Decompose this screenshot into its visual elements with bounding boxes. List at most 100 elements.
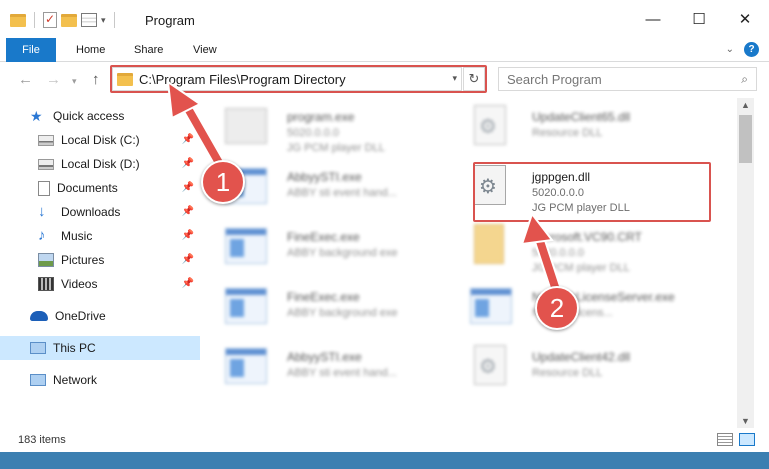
file-item[interactable]: FineExec.exe ABBY background exe: [217, 280, 447, 338]
sidebar-item-label: Quick access: [53, 109, 125, 123]
sidebar-item-label: Network: [53, 373, 98, 387]
close-button[interactable]: ✕: [722, 0, 768, 38]
sidebar-item-local-disk-d[interactable]: Local Disk (D:) 📌: [0, 152, 200, 176]
file-item[interactable]: FineExec.exe ABBY background exe: [217, 220, 447, 278]
file-item[interactable]: Microsoft.VC90.CRT 5020.0.0.0 JG PCM pla…: [462, 220, 692, 278]
new-folder-icon[interactable]: [61, 13, 77, 27]
pin-icon[interactable]: 📌: [182, 206, 194, 217]
scrollbar-thumb[interactable]: [739, 115, 752, 163]
application-window-icon: [225, 348, 267, 384]
sidebar-item-network[interactable]: Network: [0, 368, 200, 392]
expand-ribbon-chevron-icon[interactable]: ⌄: [726, 44, 734, 55]
file-name: Microsoft.VC90.CRT: [532, 230, 642, 244]
file-name: AbbyySTI.exe: [287, 350, 362, 364]
minimize-icon: —: [645, 10, 661, 28]
search-icon[interactable]: ⌕: [741, 72, 748, 87]
ribbon: File Home Share View ⌄ ?: [0, 38, 769, 62]
details-view-icon[interactable]: [717, 433, 733, 446]
file-version: 5020.0.0.0: [287, 127, 339, 139]
item-count: 183 items: [18, 434, 66, 446]
application-window-icon: [225, 288, 267, 324]
scroll-down-arrow-icon[interactable]: ▼: [737, 416, 754, 426]
videos-icon: [38, 277, 54, 291]
sidebar-item-downloads[interactable]: ↓ Downloads 📌: [0, 200, 200, 224]
sidebar-item-label: Local Disk (C:): [61, 133, 140, 147]
search-input[interactable]: [507, 71, 707, 87]
file-name: AbbyySTI.exe: [287, 170, 362, 184]
sidebar-item-videos[interactable]: Videos 📌: [0, 272, 200, 296]
step-1-badge: 1: [201, 160, 245, 204]
recent-locations-chevron-icon[interactable]: ▾: [72, 76, 77, 87]
music-icon: ♪: [38, 227, 46, 244]
tab-file[interactable]: File: [6, 38, 56, 62]
sidebar-item-documents[interactable]: Documents 📌: [0, 176, 200, 200]
application-window-icon: [225, 228, 267, 264]
search-box[interactable]: ⌕: [498, 67, 757, 91]
status-bar: 183 items: [0, 428, 769, 452]
file-name: UpdateClient65.dll: [532, 110, 631, 124]
file-item[interactable]: UpdateClient42.dll Resource DLL: [462, 340, 692, 398]
pin-icon[interactable]: 📌: [182, 254, 194, 265]
dll-file-icon: [474, 345, 506, 385]
tiles-view-icon[interactable]: [739, 433, 755, 446]
sidebar-item-music[interactable]: ♪ Music 📌: [0, 224, 200, 248]
sidebar-item-local-disk-c[interactable]: Local Disk (C:) 📌: [0, 128, 200, 152]
up-arrow-icon[interactable]: ↑: [92, 71, 100, 88]
sidebar-item-label: This PC: [53, 341, 96, 355]
file-item[interactable]: AbbyySTI.exe ABBY sti event hand...: [217, 160, 447, 218]
window-title: Program: [145, 13, 195, 28]
scroll-up-arrow-icon[interactable]: ▲: [737, 100, 754, 110]
navigation-pane: ★ Quick access Local Disk (C:) 📌 Local D…: [0, 98, 200, 428]
file-name: program.exe: [287, 110, 355, 124]
file-version: 5020.0.0.0: [532, 247, 584, 259]
properties-icon[interactable]: [81, 13, 97, 27]
tab-share[interactable]: Share: [120, 38, 177, 62]
properties-check-icon[interactable]: ✓: [43, 12, 57, 28]
view-toggle: [717, 433, 755, 446]
toolbar-divider: [113, 12, 115, 28]
sidebar-item-label: Local Disk (D:): [61, 157, 140, 171]
pin-icon[interactable]: 📌: [182, 182, 194, 193]
pin-icon[interactable]: 📌: [182, 158, 194, 169]
program-icon: [225, 108, 267, 144]
folder-icon[interactable]: [10, 13, 26, 27]
pin-icon[interactable]: 📌: [182, 278, 194, 289]
tab-home[interactable]: Home: [62, 38, 119, 62]
pictures-icon: [38, 253, 54, 267]
file-description: ABBY background exe: [287, 247, 398, 259]
maximize-button[interactable]: ☐: [676, 0, 722, 38]
back-arrow-icon[interactable]: ←: [18, 71, 33, 88]
ribbon-controls: ⌄ ?: [726, 42, 759, 57]
sidebar-item-pictures[interactable]: Pictures 📌: [0, 248, 200, 272]
sidebar-item-this-pc[interactable]: This PC: [0, 336, 200, 360]
file-item[interactable]: UpdateClient65.dll Resource DLL: [462, 100, 692, 158]
file-description: JG PCM player DLL: [532, 262, 630, 274]
step-2-badge: 2: [535, 286, 579, 330]
forward-arrow-icon[interactable]: →: [46, 71, 61, 88]
pin-icon[interactable]: 📌: [182, 230, 194, 241]
sidebar-item-quick-access[interactable]: ★ Quick access: [0, 104, 200, 128]
pin-icon[interactable]: 📌: [182, 134, 194, 145]
sidebar-item-label: Pictures: [61, 253, 105, 267]
dll-file-icon: [474, 105, 506, 145]
star-icon: ★: [30, 108, 43, 124]
computer-icon: [30, 342, 46, 354]
sidebar-item-onedrive[interactable]: OneDrive: [0, 304, 200, 328]
downloads-icon: ↓: [38, 203, 46, 220]
help-icon[interactable]: ?: [744, 42, 759, 57]
quick-access-toolbar: ✓ ▾: [10, 12, 119, 28]
vertical-scrollbar[interactable]: ▲ ▼: [737, 98, 754, 428]
application-window-icon: [470, 288, 512, 324]
navigation-bar: ← → ▾ ↑ C:\Program Files\Program Directo…: [0, 62, 769, 98]
toolbar-divider: [34, 12, 35, 28]
documents-icon: [38, 180, 50, 196]
minimize-button[interactable]: —: [630, 0, 676, 38]
sidebar-item-label: Documents: [57, 181, 118, 195]
file-item[interactable]: program.exe 5020.0.0.0 JG PCM player DLL: [217, 100, 447, 158]
file-description: Resource DLL: [532, 127, 603, 139]
tab-view[interactable]: View: [179, 38, 231, 62]
file-description: ABBY sti event hand...: [287, 367, 397, 379]
customize-toolbar-chevron-icon[interactable]: ▾: [101, 15, 106, 26]
maximize-icon: ☐: [692, 11, 706, 28]
file-item[interactable]: AbbyySTI.exe ABBY sti event hand...: [217, 340, 447, 398]
